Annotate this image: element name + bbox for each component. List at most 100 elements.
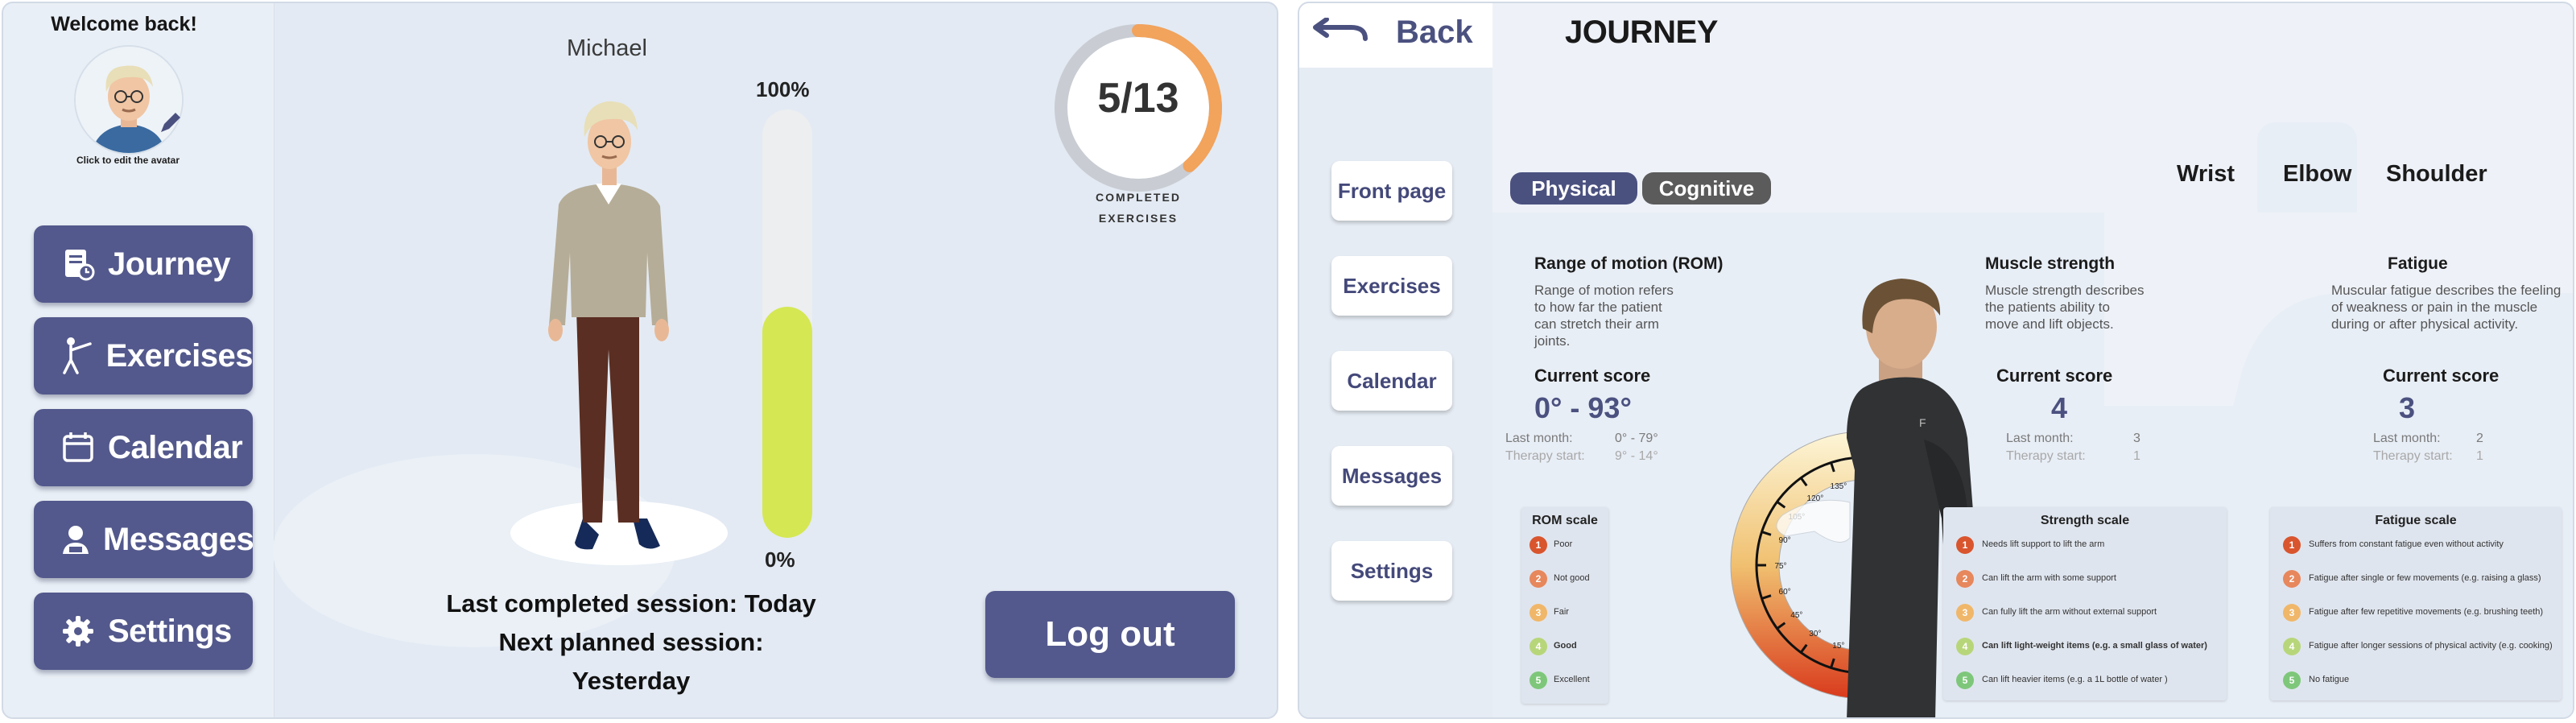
rom-current-value: 0° - 93°	[1534, 391, 1632, 424]
rom-current-label: Current score	[1534, 366, 1651, 386]
strength-scale-text: Can fully lift the arm without external …	[1982, 607, 2157, 617]
nav-messages[interactable]: Messages	[1331, 446, 1452, 506]
strength-scale-level-1: 1	[1956, 536, 1974, 554]
fatigue-scale-level-2: 2	[2283, 570, 2301, 588]
rom-last-month-label: Last month:	[1505, 432, 1573, 445]
strength-scale-level-2: 2	[1956, 570, 1974, 588]
completed-caption-line2: EXERCISES	[1098, 212, 1179, 225]
journey-icon	[58, 244, 98, 284]
rom-scale-level-3: 3	[1530, 604, 1547, 622]
exercise-figure-icon	[58, 336, 97, 376]
nav-journey-label: Journey	[108, 246, 231, 282]
strength-scale-level-4: 4	[1956, 638, 1974, 655]
nav-journey-button[interactable]: Journey	[34, 225, 253, 303]
rom-desc-line: joints.	[1534, 333, 1571, 349]
rom-desc-line: to how far the patient	[1534, 300, 1662, 315]
strength-desc-line: Muscle strength describes	[1985, 283, 2145, 298]
completed-exercises-ring: 5/13	[1050, 19, 1227, 196]
logout-button[interactable]: Log out	[985, 591, 1235, 678]
fatigue-start-label: Therapy start:	[2373, 449, 2453, 463]
rom-scale-text: Good	[1554, 641, 1577, 651]
completed-caption: COMPLETED EXERCISES	[1058, 187, 1219, 229]
rom-last-month-value: 0° - 79°	[1615, 432, 1658, 445]
back-button[interactable]: Back	[1396, 14, 1473, 51]
left-sidebar: Welcome back! Click to edit the avatar J…	[3, 3, 275, 717]
strength-scale-level-5: 5	[1956, 671, 1974, 689]
strength-last-month-value: 3	[2133, 432, 2140, 445]
tab-shoulder[interactable]: Shoulder	[2386, 161, 2487, 188]
rom-desc-line: can stretch their arm	[1534, 316, 1659, 332]
journey-screen: Back JOURNEY Front page Exercises Calend…	[1298, 2, 2574, 719]
rom-scale-level-4: 4	[1530, 638, 1547, 655]
calendar-icon	[58, 428, 98, 468]
rom-desc-line: Range of motion refers	[1534, 283, 1674, 298]
tab-elbow[interactable]: Elbow	[2283, 161, 2351, 188]
rom-scale-text: Fair	[1554, 607, 1569, 617]
fatigue-scale-text: No fatigue	[2309, 675, 2350, 684]
rom-description: Range of motion refers to how far the pa…	[1534, 282, 1674, 349]
nav-settings[interactable]: Settings	[1331, 541, 1452, 601]
tab-physical[interactable]: Physical	[1510, 172, 1637, 205]
tab-wrist[interactable]: Wrist	[2177, 161, 2235, 188]
strength-scale-text: Can lift light-weight items (e.g. a smal…	[1982, 641, 2207, 651]
avatar-figure[interactable]	[518, 84, 704, 567]
avatar[interactable]	[74, 45, 184, 155]
nav-messages-button[interactable]: Messages	[34, 501, 254, 578]
fatigue-scale-title: Fatigue scale	[2375, 514, 2457, 527]
fatigue-scale-text: Fatigue after few repetitive movements (…	[2309, 607, 2544, 617]
fatigue-desc-line: Muscular fatigue describes the feeling	[2331, 283, 2562, 298]
completed-count: 5/13	[1097, 75, 1179, 122]
gear-icon	[58, 611, 98, 651]
rom-title: Range of motion (ROM)	[1534, 254, 1724, 273]
rom-start-value: 9° - 14°	[1615, 449, 1658, 463]
back-arrow-icon[interactable]	[1309, 18, 1368, 50]
user-name: Michael	[567, 35, 647, 61]
nav-calendar[interactable]: Calendar	[1331, 351, 1452, 411]
strength-scale-text: Can lift the arm with some support	[1982, 573, 2116, 583]
strength-scale-title: Strength scale	[2040, 514, 2130, 527]
strength-start-value: 1	[2133, 449, 2140, 463]
fatigue-scale-level-5: 5	[2283, 671, 2301, 689]
strength-scale-level-3: 3	[1956, 604, 1974, 622]
svg-text:F: F	[1919, 416, 1926, 429]
fatigue-title: Fatigue	[2388, 254, 2448, 273]
fatigue-scale-level-3: 3	[2283, 604, 2301, 622]
rom-scale-level-1: 1	[1530, 536, 1547, 554]
fatigue-current-label: Current score	[2383, 366, 2500, 386]
strength-desc-line: move and lift objects.	[1985, 316, 2114, 332]
rom-scale-text: Poor	[1554, 539, 1573, 549]
nav-settings-button[interactable]: Settings	[34, 593, 253, 670]
nav-exercises-button[interactable]: Exercises	[34, 317, 254, 395]
avatar-face-icon	[76, 47, 182, 153]
rom-gauge-tick-label: 60°	[1779, 588, 1791, 597]
fatigue-description: Muscular fatigue describes the feeling o…	[2331, 282, 2561, 333]
rom-scale-title: ROM scale	[1532, 514, 1598, 527]
strength-scale-text: Can lift heavier items (e.g. a 1L bottle…	[1982, 675, 2168, 684]
strength-last-month-label: Last month:	[2006, 432, 2074, 445]
next-session-text: Next planned session: Yesterday	[498, 628, 764, 695]
rom-scale-text: Excellent	[1554, 675, 1590, 684]
fatigue-scale-text: Suffers from constant fatigue even witho…	[2309, 539, 2504, 549]
fatigue-scale-box: Fatigue scale	[2270, 507, 2562, 700]
rom-scale-level-2: 2	[1530, 570, 1547, 588]
strength-desc-line: the patients ability to	[1985, 300, 2110, 315]
fatigue-current-value: 3	[2399, 391, 2416, 424]
fatigue-last-month-label: Last month:	[2373, 432, 2441, 445]
fatigue-last-month-value: 2	[2476, 432, 2483, 445]
rom-scale-level-5: 5	[1530, 671, 1547, 689]
nav-exercises-label: Exercises	[105, 337, 254, 374]
rom-start-label: Therapy start:	[1505, 449, 1585, 463]
nav-front-page[interactable]: Front page	[1331, 161, 1452, 221]
fatigue-desc-line: of weakness or pain in the muscle	[2331, 300, 2538, 315]
fatigue-scale-text: Fatigue after single or few movements (e…	[2309, 573, 2541, 583]
tab-cognitive[interactable]: Cognitive	[1642, 172, 1771, 205]
nav-exercises[interactable]: Exercises	[1331, 256, 1452, 316]
back-bar: Back	[1299, 3, 1492, 68]
nav-calendar-button[interactable]: Calendar	[34, 409, 253, 486]
last-session-text: Last completed session: Today	[446, 589, 816, 618]
fatigue-desc-line: during or after physical activity.	[2331, 316, 2519, 332]
pencil-icon[interactable]	[158, 111, 182, 135]
strength-current-value: 4	[2051, 391, 2068, 424]
strength-title: Muscle strength	[1985, 254, 2116, 273]
fatigue-scale-text: Fatigue after longer sessions of physica…	[2309, 641, 2553, 651]
